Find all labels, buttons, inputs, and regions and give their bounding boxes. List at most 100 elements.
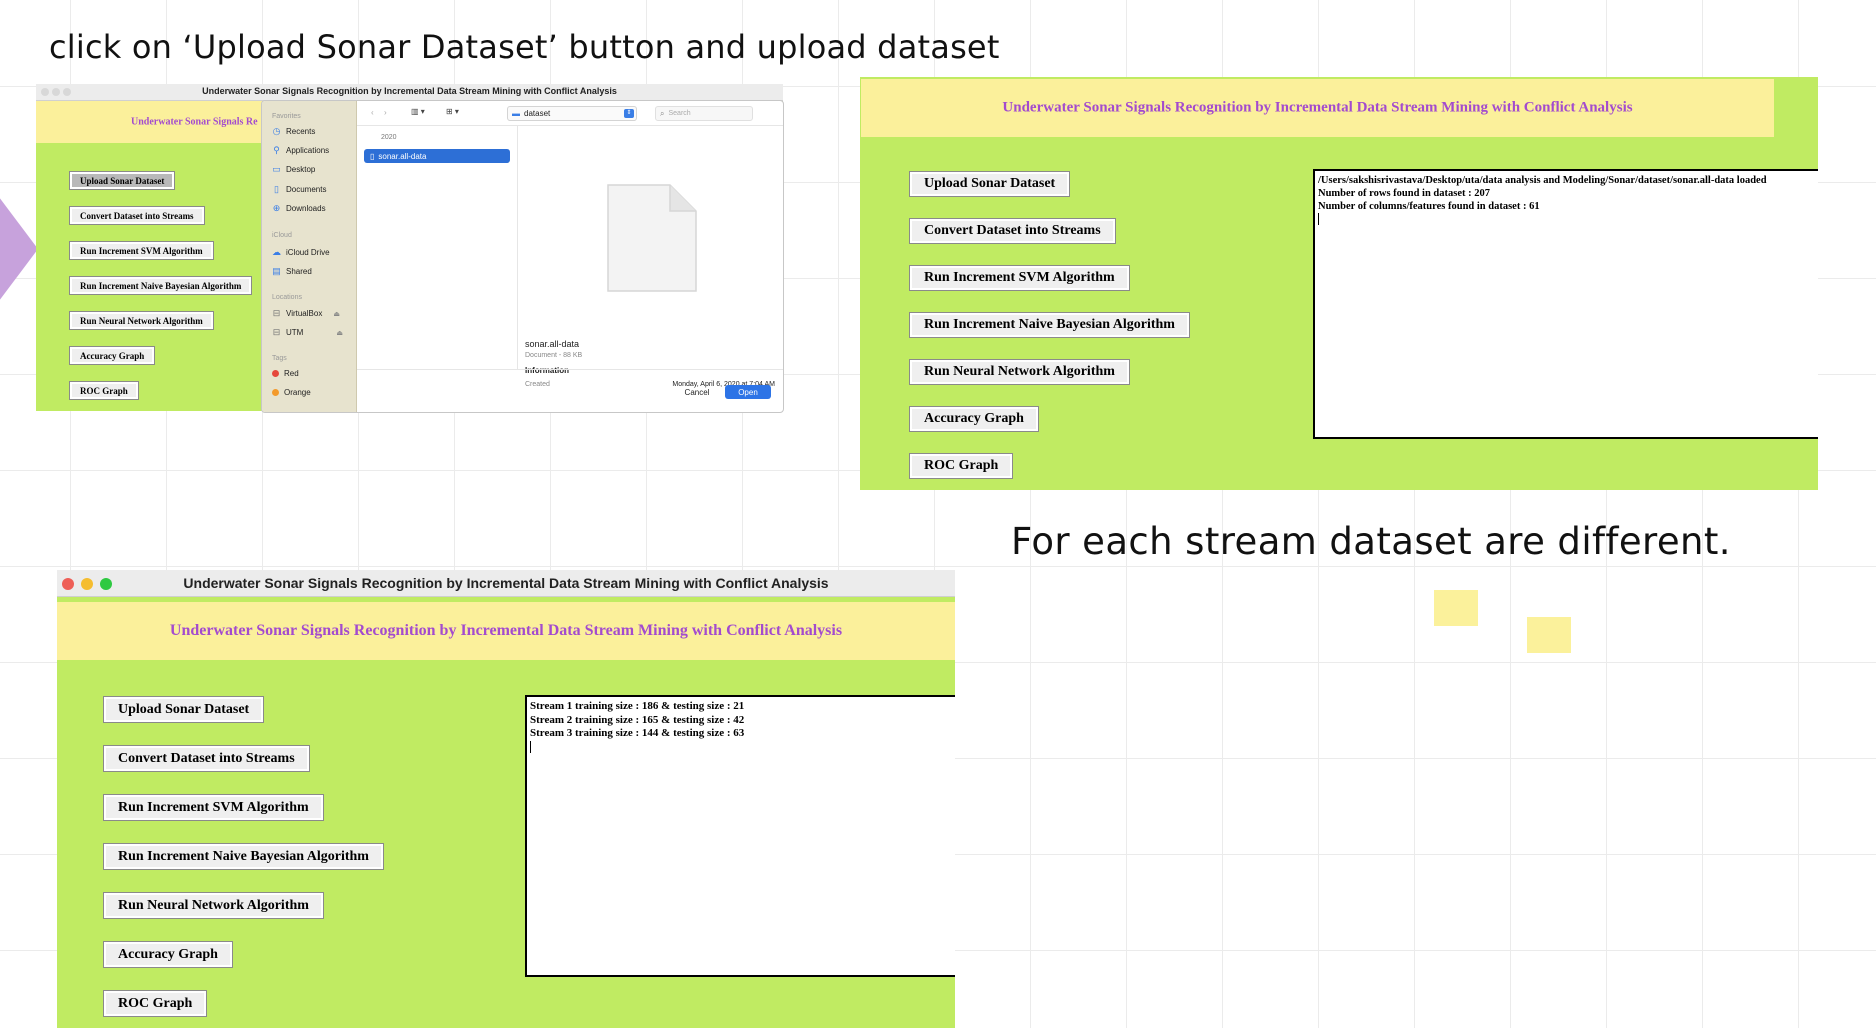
banner: Underwater Sonar Signals Re [36, 101, 266, 143]
console-line: /Users/sakshisrivastava/Desktop/uta/data… [1318, 175, 1767, 186]
banner-title: Underwater Sonar Signals Re [131, 116, 258, 128]
output-text-area[interactable]: Stream 1 training size : 186 & testing s… [525, 695, 955, 977]
tag-red[interactable]: Red [272, 369, 299, 378]
dialog-sidebar: Favorites ◷ Recents ⚲ Applications ▭ Deskto… [262, 101, 357, 412]
window-title: Underwater Sonar Signals Recognition by … [202, 86, 617, 96]
run-neural-network-button[interactable]: Run Neural Network Algorithm [103, 892, 324, 919]
title-bar: Underwater Sonar Signals Recognition by … [36, 84, 783, 101]
eject-icon[interactable]: ⏏ [333, 310, 340, 318]
sidebar-item-desktop[interactable]: ▭ Desktop [272, 164, 315, 175]
red-tag-icon [272, 370, 279, 377]
sidebar-item-label: Desktop [286, 165, 316, 174]
sidebar-item-applications[interactable]: ⚲ Applications [272, 145, 329, 156]
run-neural-network-button[interactable]: Run Neural Network Algorithm [69, 311, 214, 330]
console-line: Stream 1 training size : 186 & testing s… [530, 700, 745, 712]
run-neural-network-button[interactable]: Run Neural Network Algorithm [909, 359, 1130, 385]
upload-sonar-dataset-button[interactable]: Upload Sonar Dataset [102, 696, 265, 723]
banner: Underwater Sonar Signals Recognition by … [57, 602, 955, 660]
document-preview-icon [607, 184, 697, 292]
arrow-shape [0, 185, 38, 313]
tag-orange[interactable]: Orange [272, 388, 311, 397]
sticky-note[interactable] [1527, 617, 1571, 653]
sidebar-item-virtualbox[interactable]: ⊟ VirtualBox ⏏ [272, 308, 340, 319]
file-preview: sonar.all-data Document - 88 KB Informat… [518, 125, 783, 388]
search-placeholder: Search [668, 110, 691, 117]
instruction-caption: click on ‘Upload Sonar Dataset’ button a… [49, 28, 1000, 66]
sidebar-item-label: iCloud Drive [286, 248, 330, 257]
roc-graph-button[interactable]: ROC Graph [908, 453, 1014, 479]
accuracy-graph-button[interactable]: Accuracy Graph [103, 941, 233, 968]
dialog-footer: Cancel Open [357, 369, 783, 412]
chevron-updown-icon: ⇕ [624, 109, 634, 118]
eject-icon[interactable]: ⏏ [336, 329, 343, 337]
console-line: Stream 2 training size : 165 & testing s… [530, 713, 745, 726]
file-column: 2020 ▯ sonar.all-data [357, 125, 518, 370]
file-icon: ▯ [370, 151, 375, 161]
upload-sonar-dataset-button[interactable]: Upload Sonar Dataset [908, 171, 1071, 197]
preview-file-name: sonar.all-data [525, 339, 580, 349]
cloud-icon: ☁ [272, 247, 281, 257]
roc-graph-button[interactable]: ROC Graph [69, 381, 139, 400]
run-naive-bayes-button[interactable]: Run Increment Naive Bayesian Algorithm [68, 276, 253, 295]
console-line: Number of columns/features found in data… [1318, 201, 1540, 212]
disk-icon: ⊟ [272, 327, 281, 337]
run-naive-bayes-button[interactable]: Run Increment Naive Bayesian Algorithm [909, 312, 1190, 338]
folder-popup[interactable]: ▬ dataset ⇕ [507, 106, 637, 121]
document-icon: ▯ [274, 184, 279, 194]
accuracy-graph-button[interactable]: Accuracy Graph [909, 406, 1039, 432]
sidebar-item-label: Recents [286, 127, 316, 136]
convert-streams-button[interactable]: Convert Dataset into Streams [909, 218, 1116, 244]
run-naive-bayes-button[interactable]: Run Increment Naive Bayesian Algorithm [103, 843, 384, 870]
locations-label: Locations [272, 294, 302, 301]
banner-title: Underwater Sonar Signals Recognition by … [1002, 99, 1633, 116]
column-view-icon[interactable]: ▥ ▾ [411, 107, 425, 116]
forward-icon[interactable]: › [384, 108, 387, 117]
run-svm-button[interactable]: Run Increment SVM Algorithm [909, 265, 1130, 291]
app-window-dataset-loaded: Underwater Sonar Signals Recognition by … [860, 77, 1818, 490]
sidebar-item-documents[interactable]: ▯ Documents [272, 184, 326, 195]
sidebar-item-label: Shared [286, 267, 312, 276]
banner: Underwater Sonar Signals Recognition by … [861, 79, 1774, 137]
sidebar-item-shared[interactable]: ▤ Shared [272, 266, 312, 277]
file-row-selected[interactable]: ▯ sonar.all-data [364, 149, 510, 163]
cancel-button[interactable]: Cancel [677, 385, 717, 399]
sidebar-item-label: Applications [286, 146, 330, 155]
banner-title: Underwater Sonar Signals Recognition by … [169, 622, 843, 639]
column-header: 2020 [381, 134, 397, 141]
applications-icon: ⚲ [273, 145, 280, 155]
sidebar-item-label: UTM [286, 328, 304, 337]
output-text-area[interactable]: /Users/sakshisrivastava/Desktop/uta/data… [1313, 169, 1818, 439]
convert-streams-button[interactable]: Convert Dataset into Streams [103, 745, 310, 772]
sidebar-item-utm[interactable]: ⊟ UTM ⏏ [272, 327, 343, 338]
console-line: Stream 3 training size : 144 & testing s… [530, 727, 745, 739]
sidebar-item-label: Downloads [286, 204, 326, 213]
clock-icon: ◷ [272, 126, 281, 136]
favorites-label: Favorites [272, 113, 301, 120]
grid-view-icon[interactable]: ⊞ ▾ [446, 107, 459, 116]
convert-streams-button[interactable]: Convert Dataset into Streams [69, 206, 205, 225]
accuracy-graph-button[interactable]: Accuracy Graph [68, 346, 156, 365]
file-name: sonar.all-data [378, 151, 427, 161]
upload-sonar-dataset-button[interactable]: Upload Sonar Dataset [68, 171, 176, 190]
open-button[interactable]: Open [725, 385, 771, 399]
dialog-toolbar: ‹ › ▥ ▾ ⊞ ▾ ▬ dataset ⇕ ⌕ Search [357, 101, 783, 126]
search-icon: ⌕ [660, 108, 665, 118]
folder-icon: ▬ [512, 109, 520, 118]
sidebar-item-downloads[interactable]: ⊕ Downloads [272, 203, 326, 214]
desktop-icon: ▭ [272, 164, 281, 174]
back-icon[interactable]: ‹ [371, 108, 374, 117]
text-caret [530, 740, 531, 753]
preview-file-kind: Document - 88 KB [525, 352, 583, 359]
disk-icon: ⊟ [272, 308, 281, 318]
run-svm-button[interactable]: Run Increment SVM Algorithm [69, 241, 214, 260]
search-input[interactable]: ⌕ Search [655, 106, 753, 121]
sticky-note[interactable] [1434, 590, 1478, 626]
icloud-label: iCloud [272, 232, 292, 239]
sidebar-item-label: Orange [284, 388, 311, 397]
sidebar-item-icloud-drive[interactable]: ☁ iCloud Drive [272, 247, 330, 258]
run-svm-button[interactable]: Run Increment SVM Algorithm [103, 794, 324, 821]
orange-tag-icon [272, 389, 279, 396]
roc-graph-button[interactable]: ROC Graph [102, 990, 208, 1017]
console-line: Number of rows found in dataset : 207 [1318, 188, 1490, 199]
sidebar-item-recents[interactable]: ◷ Recents [272, 126, 316, 137]
